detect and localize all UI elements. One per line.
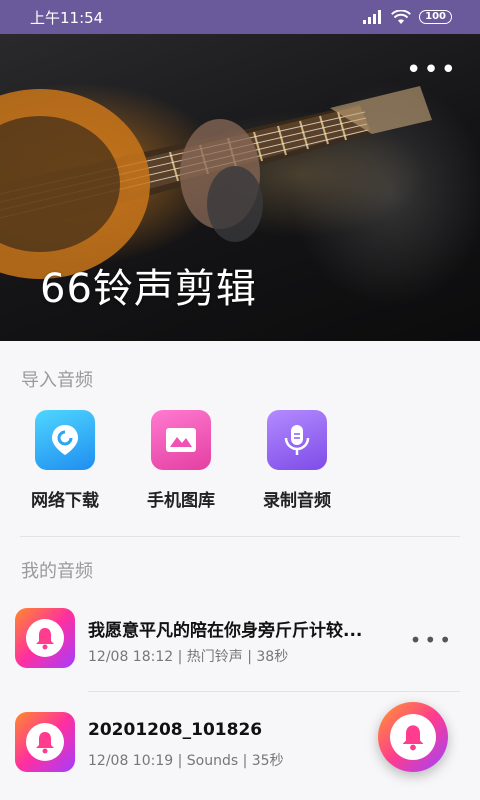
record-audio-label: 录制音频 (263, 491, 331, 511)
phone-gallery-button[interactable]: 手机图库 (136, 410, 226, 511)
status-icons: 100 (363, 9, 452, 25)
signal-icon (363, 10, 382, 24)
network-download-label: 网络下载 (31, 491, 99, 511)
more-options-icon[interactable]: ••• (406, 57, 458, 83)
list-divider (88, 691, 460, 692)
audio-meta: 12/08 18:12 | 热门铃声 | 38秒 (88, 649, 289, 665)
import-section-title: 导入音频 (21, 370, 93, 391)
hero-banner: ••• 66铃声剪辑 (0, 34, 480, 341)
status-time: 上午11:54 (30, 8, 104, 27)
wifi-icon (391, 9, 412, 24)
network-download-button[interactable]: 网络下载 (20, 410, 110, 511)
bell-icon (36, 628, 54, 650)
ringtone-fab-button[interactable] (378, 702, 448, 772)
more-horizontal-icon[interactable]: ••• (410, 628, 454, 652)
network-download-icon (35, 410, 95, 470)
section-divider (20, 536, 460, 537)
app-title: 66铃声剪辑 (40, 266, 257, 312)
my-audio-section-title: 我的音频 (21, 561, 93, 582)
phone-gallery-icon (151, 410, 211, 470)
bell-icon (36, 732, 54, 754)
audio-thumbnail (15, 608, 75, 668)
audio-name: 我愿意平凡的陪在你身旁斤斤计较... (88, 621, 363, 641)
record-audio-button[interactable]: 录制音频 (252, 410, 342, 511)
audio-thumbnail (15, 712, 75, 772)
status-bar: 上午11:54 100 (0, 0, 480, 34)
phone-gallery-label: 手机图库 (147, 491, 215, 511)
import-options: 网络下载 手机图库 录制音频 (0, 410, 480, 511)
bell-icon (402, 725, 424, 751)
battery-icon: 100 (419, 10, 452, 24)
audio-name: 20201208_101826 (88, 720, 263, 740)
audio-list-item[interactable]: 我愿意平凡的陪在你身旁斤斤计较... 12/08 18:12 | 热门铃声 | … (0, 608, 480, 708)
audio-meta: 12/08 10:19 | Sounds | 35秒 (88, 753, 284, 769)
microphone-icon (267, 410, 327, 470)
